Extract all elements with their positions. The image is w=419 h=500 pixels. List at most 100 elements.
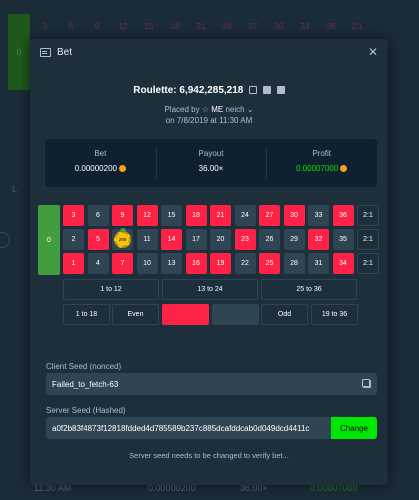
number-cell-22[interactable]: 22: [234, 253, 256, 274]
game-title-row: Roulette: 6,942,285,218: [30, 85, 388, 96]
number-cell-31[interactable]: 31: [308, 253, 329, 274]
number-cell-27[interactable]: 27: [259, 205, 280, 226]
modal-header: Bet ✕: [30, 39, 388, 65]
low-bet[interactable]: 1 to 18: [63, 304, 110, 325]
bg-cell: 24: [222, 21, 232, 31]
copy-link-icon[interactable]: [249, 86, 258, 94]
bg-cell: 15: [144, 21, 154, 31]
number-cell-21[interactable]: 21: [210, 205, 231, 226]
verify-note: Server seed needs to be changed to verif…: [129, 451, 289, 460]
number-cell-5[interactable]: 5: [87, 229, 109, 250]
column-bet-1[interactable]: 2:1: [357, 205, 379, 226]
username[interactable]: ME: [211, 105, 223, 114]
number-cell-29[interactable]: 29: [283, 229, 305, 250]
coin-icon: [340, 165, 348, 172]
placed-by: Placed by ☆ ME neich ⌄: [30, 105, 388, 114]
client-seed-field[interactable]: Failed_to_fetch-63: [46, 373, 377, 395]
number-cell-25[interactable]: 25: [259, 253, 280, 274]
number-cell-1[interactable]: 1: [63, 253, 84, 274]
placed-by-prefix: Placed by: [164, 105, 200, 114]
coin-icon: [118, 165, 126, 172]
number-cell-28[interactable]: 28: [283, 253, 305, 274]
number-cell-11[interactable]: 11: [136, 229, 158, 250]
column-bet-3[interactable]: 2:1: [357, 253, 379, 274]
stat-bet-value: 0.00000200: [74, 164, 117, 173]
number-cell-12[interactable]: 12: [136, 205, 158, 226]
number-cell-35[interactable]: 35: [332, 229, 354, 250]
bet-modal: Bet ✕ Roulette: 6,942,285,218 Placed by …: [30, 39, 388, 485]
close-icon[interactable]: ✕: [368, 45, 378, 59]
copy-icon[interactable]: [363, 380, 371, 388]
stat-bet-label: Bet: [94, 149, 107, 158]
change-seed-button[interactable]: Change: [331, 417, 377, 439]
number-cell-9[interactable]: 9: [112, 205, 133, 226]
number-cell-3[interactable]: 3: [63, 205, 84, 226]
number-cell-10[interactable]: 10: [136, 253, 158, 274]
chevron-down-icon[interactable]: ⌄: [247, 105, 254, 114]
number-cell-15[interactable]: 15: [161, 205, 182, 226]
username-suffix[interactable]: neich: [225, 105, 244, 114]
stat-profit: Profit 0.00007000: [266, 139, 377, 187]
dozen-bet-3[interactable]: 25 to 36: [261, 279, 357, 300]
dozen-bet-2[interactable]: 13 to 24: [162, 279, 258, 300]
stat-profit-value-row: 0.00007000: [266, 164, 377, 173]
client-seed-value: Failed_to_fetch-63: [52, 379, 119, 389]
number-cell-4[interactable]: 4: [87, 253, 109, 274]
number-cell-23[interactable]: 23: [234, 229, 256, 250]
stat-payout-value: 36.00×: [198, 164, 224, 173]
bg-left-text: L: [12, 184, 18, 194]
zero-cell: 0: [38, 205, 60, 275]
bet-icon: [40, 47, 51, 57]
number-cell-20[interactable]: 20: [210, 229, 231, 250]
number-cell-7[interactable]: 7: [112, 253, 133, 274]
odd-bet[interactable]: Odd: [261, 304, 308, 325]
number-cell-6[interactable]: 6: [87, 205, 109, 226]
bg-cell: 9: [94, 21, 100, 31]
game-title: Roulette: 6,942,285,218: [133, 85, 244, 96]
stat-payout-label: Payout: [198, 149, 224, 158]
number-cell-34[interactable]: 34: [332, 253, 354, 274]
placed-date: on 7/8/2019 at 11:30 AM: [165, 116, 253, 125]
stat-bet: Bet 0.00000200: [45, 139, 156, 187]
red-bet[interactable]: [162, 304, 209, 325]
number-cell-33[interactable]: 33: [308, 205, 329, 226]
bg-cell: 3: [42, 21, 48, 31]
bg-number-strip: 3 6 9 12 15 18 21 24 27 30 33 36 2:1: [0, 14, 419, 40]
server-seed-field[interactable]: a0f2b83f4873f12818fdded4d785589b237c885d…: [46, 417, 377, 439]
server-seed-label: Server Seed (Hashed): [46, 406, 126, 415]
bg-cell: 6: [68, 21, 74, 31]
number-cell-30[interactable]: 30: [283, 205, 305, 226]
chip-icon: 200: [114, 231, 131, 248]
bg-cell: 36: [326, 21, 336, 31]
bg-cell: 30: [274, 21, 284, 31]
number-cell-17[interactable]: 17: [185, 229, 207, 250]
number-cell-14[interactable]: 14: [161, 229, 182, 250]
number-cell-2[interactable]: 2: [63, 229, 84, 250]
number-cell-18[interactable]: 18: [185, 205, 207, 226]
number-cell-13[interactable]: 13: [161, 253, 182, 274]
number-cell-36[interactable]: 36: [332, 205, 354, 226]
bg-cell: 12: [118, 21, 128, 31]
even-bet[interactable]: Even: [112, 304, 159, 325]
facebook-icon[interactable]: [262, 86, 271, 94]
number-cell-32[interactable]: 32: [308, 229, 329, 250]
bg-cell: 2:1: [351, 21, 363, 31]
column-bet-2[interactable]: 2:1: [357, 229, 379, 250]
number-cell-19[interactable]: 19: [210, 253, 231, 274]
dozen-bet-1[interactable]: 1 to 12: [63, 279, 159, 300]
server-seed-value: a0f2b83f4873f12818fdded4d785589b237c885d…: [52, 423, 310, 433]
star-icon: ☆: [201, 105, 209, 114]
twitter-icon[interactable]: [276, 86, 285, 94]
bg-cell: 21: [196, 21, 206, 31]
high-bet[interactable]: 19 to 36: [311, 304, 358, 325]
number-cell-26[interactable]: 26: [259, 229, 280, 250]
number-cell-24[interactable]: 24: [234, 205, 256, 226]
chip-leaf-icon: [120, 228, 126, 232]
stat-profit-value: 0.00007000: [296, 164, 339, 173]
bg-circle-icon: [0, 232, 10, 248]
stat-payout: Payout 36.00×: [155, 139, 267, 187]
bet-stats: Bet 0.00000200 Payout 36.00× Profit 0.00…: [45, 139, 377, 187]
number-cell-16[interactable]: 16: [185, 253, 207, 274]
black-bet[interactable]: [212, 304, 259, 325]
bg-cell: 33: [300, 21, 310, 31]
